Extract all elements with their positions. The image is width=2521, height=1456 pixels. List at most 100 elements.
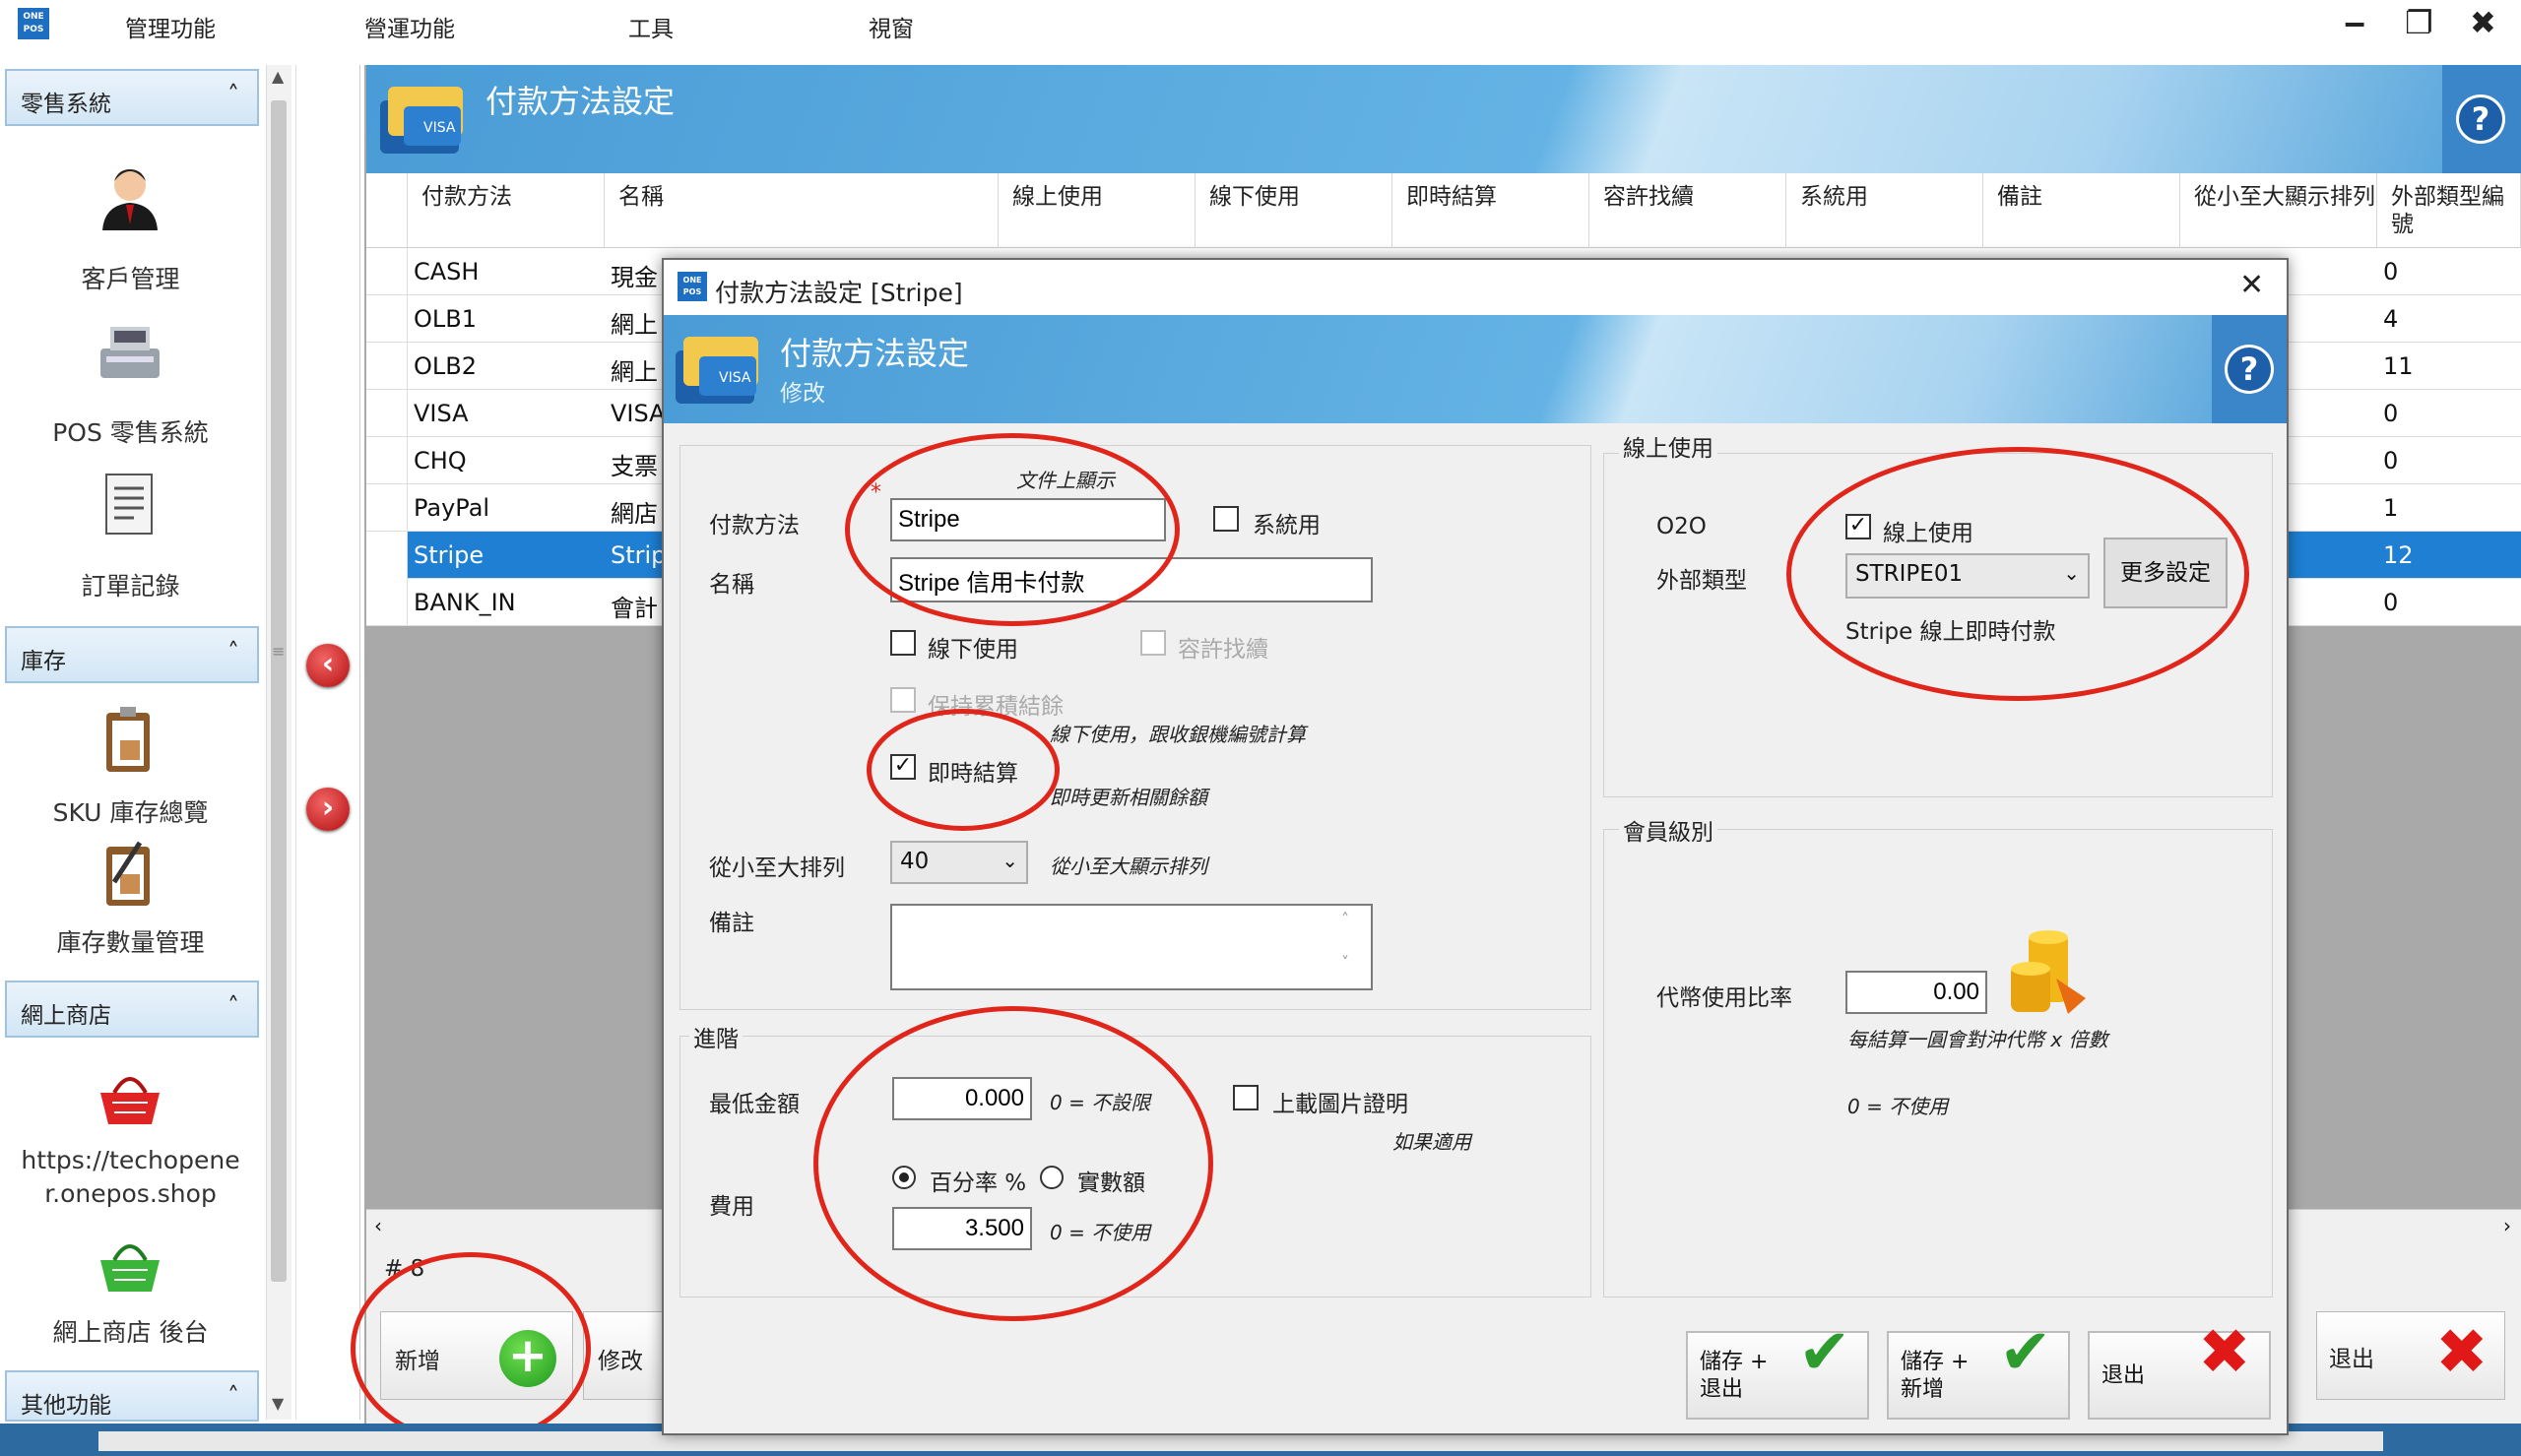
cell-name: Strip: [611, 541, 667, 569]
col-header-instant[interactable]: 即時結算: [1392, 173, 1589, 248]
sidebar-section-other[interactable]: 其他功能 ˄: [5, 1370, 259, 1422]
menu-tools[interactable]: 工具: [628, 10, 674, 43]
sidebar-item-stock[interactable]: 庫存數量管理: [0, 923, 261, 959]
sidebar-section-shop[interactable]: 網上商店 ˄: [5, 981, 259, 1038]
col-header-ext-type[interactable]: 外部類型編號: [2377, 173, 2521, 248]
member-group: [1603, 829, 2273, 1298]
allow-change-checkbox[interactable]: [1140, 630, 1166, 656]
cell-name: 網上: [611, 358, 658, 386]
textarea-scroll-down-icon[interactable]: ˅: [1341, 953, 1349, 972]
system-use-label: 系統用: [1253, 513, 1321, 538]
save-exit-button[interactable]: 儲存 + 退出 ✔: [1686, 1316, 1869, 1420]
edit-button-label: 修改: [598, 1349, 643, 1374]
offline-note: 線下使用，跟收銀機編號計算: [1050, 723, 1306, 746]
cell-ext-type: 1: [2383, 494, 2399, 522]
restore-button[interactable]: ❐: [2405, 4, 2433, 41]
dialog-header-title: 付款方法設定: [780, 335, 970, 372]
cell-name: 網店: [611, 500, 658, 528]
help-button[interactable]: ?: [2442, 65, 2521, 173]
edit-button[interactable]: 修改: [583, 1311, 672, 1400]
cell-ext-type: 11: [2383, 352, 2414, 380]
scroll-down-icon[interactable]: ▼: [272, 1394, 284, 1413]
row-header: [366, 295, 408, 343]
sidebar-item-customers[interactable]: 客戶管理: [0, 260, 261, 295]
member-group-title: 會員級別: [1619, 813, 1717, 847]
scroll-left-icon[interactable]: ‹: [374, 1214, 382, 1237]
help-icon: ?: [2456, 95, 2505, 144]
customer-icon[interactable]: [91, 156, 169, 234]
close-window-button[interactable]: ✖: [2470, 4, 2496, 41]
menu-window[interactable]: 視窗: [869, 10, 914, 43]
check-icon: ✔: [1798, 1316, 1851, 1389]
sidebar-item-shop-admin[interactable]: 網上商店 後台: [0, 1313, 261, 1349]
name-label: 名稱: [709, 572, 754, 598]
sku-clipboard-icon[interactable]: [91, 701, 169, 780]
offline-use-checkbox[interactable]: [890, 630, 916, 656]
sort-note: 從小至大顯示排列: [1050, 855, 1207, 878]
row-header: [366, 390, 408, 437]
sidebar-item-sku[interactable]: SKU 庫存總覽: [0, 793, 261, 829]
keep-balance-checkbox[interactable]: [890, 687, 916, 713]
main-exit-button[interactable]: 退出 ✖: [2316, 1311, 2505, 1400]
sort-order-value: 40: [900, 849, 930, 874]
section-title: 零售系統: [21, 92, 111, 117]
menu-operations[interactable]: 營運功能: [364, 10, 455, 43]
col-header-offline[interactable]: 線下使用: [1196, 173, 1392, 248]
payment-cards-icon: VISA: [380, 87, 463, 154]
sidebar-section-retail[interactable]: 零售系統 ˄: [5, 69, 259, 126]
scrollbar-thumb[interactable]: [271, 100, 287, 1282]
order-record-icon[interactable]: [91, 465, 169, 543]
sidebar-scrollbar[interactable]: ▲ ▼: [266, 65, 291, 1420]
col-header-remark[interactable]: 備註: [1983, 173, 2180, 248]
cell-name: VISA: [611, 400, 666, 427]
shop-basket-icon[interactable]: [91, 1059, 169, 1138]
arrow-right-icon[interactable]: ›: [306, 788, 350, 831]
cell-code: OLB2: [414, 352, 477, 380]
textarea-scroll-up-icon[interactable]: ˄: [1341, 910, 1349, 928]
splitter-grip-icon[interactable]: ≡: [272, 642, 285, 661]
annotation-circle: [1786, 447, 2249, 701]
remark-label: 備註: [709, 911, 754, 936]
inventory-edit-icon[interactable]: [91, 835, 169, 914]
dialog-help-button[interactable]: ?: [2212, 315, 2287, 423]
sidebar-item-pos[interactable]: POS 零售系統: [0, 413, 261, 449]
sort-order-select[interactable]: 40 ⌄: [890, 841, 1028, 884]
row-header: [366, 437, 408, 484]
col-header-online[interactable]: 線上使用: [999, 173, 1196, 248]
save-new-button[interactable]: 儲存 + 新增 ✔: [1887, 1321, 2070, 1420]
cell-code: CHQ: [414, 447, 467, 475]
col-header-name[interactable]: 名稱: [605, 173, 999, 248]
remark-textarea[interactable]: [890, 904, 1373, 990]
coins-icon: [2011, 930, 2086, 1014]
page-title: 付款方法設定: [485, 83, 676, 120]
pos-register-icon[interactable]: [91, 311, 169, 390]
chevron-up-icon: ˄: [227, 81, 239, 108]
upload-proof-checkbox[interactable]: [1233, 1085, 1259, 1110]
dialog-exit-button[interactable]: 退出 ✖: [2088, 1321, 2271, 1420]
payment-cards-icon: VISA: [676, 337, 758, 404]
token-rate-label: 代幣使用比率: [1656, 985, 1792, 1011]
row-header: [366, 248, 408, 295]
col-header-sort[interactable]: 從小至大顯示排列: [2180, 173, 2377, 248]
col-header-code[interactable]: 付款方法: [408, 173, 605, 248]
method-label: 付款方法: [709, 513, 800, 538]
scroll-right-icon[interactable]: ›: [2503, 1214, 2511, 1237]
arrow-left-icon[interactable]: ‹: [306, 644, 350, 687]
token-note: 每結算一圓會對沖代幣 x 倍數: [1847, 1028, 2108, 1051]
chevron-up-icon: ˄: [227, 1382, 239, 1410]
online-group-title: 線上使用: [1619, 429, 1717, 463]
cell-name: 網上: [611, 311, 658, 339]
shop-admin-basket-icon[interactable]: [91, 1227, 169, 1305]
sidebar-item-shop-url[interactable]: https://techopener.onepos.shop: [0, 1144, 261, 1211]
system-use-checkbox[interactable]: [1213, 506, 1239, 532]
minimize-button[interactable]: ‒: [2344, 4, 2365, 41]
offline-use-label: 線下使用: [928, 637, 1018, 663]
col-header-system[interactable]: 系統用: [1786, 173, 1983, 248]
dialog-close-button[interactable]: ✕: [2239, 268, 2264, 302]
scroll-up-icon[interactable]: ▲: [272, 67, 284, 86]
token-rate-input[interactable]: [1845, 971, 1987, 1014]
sidebar-item-orders[interactable]: 訂單記錄: [0, 567, 261, 602]
menu-management[interactable]: 管理功能: [125, 10, 216, 43]
sidebar-section-inventory[interactable]: 庫存 ˄: [5, 626, 259, 683]
col-header-change[interactable]: 容許找續: [1589, 173, 1786, 248]
